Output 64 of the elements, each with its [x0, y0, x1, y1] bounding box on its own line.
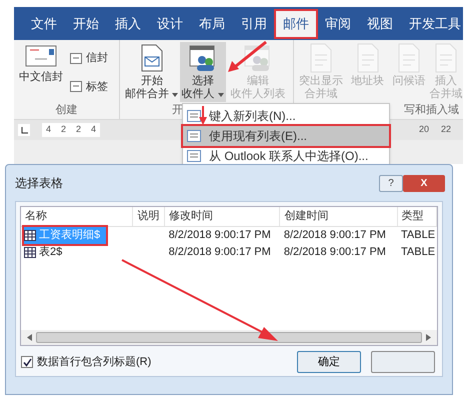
ruler-number: 4 [91, 123, 96, 136]
table-cell-text: 8/2/2018 9:00:17 PM [168, 245, 271, 260]
ruler-number: 2 [61, 123, 66, 136]
annotation-arrow [199, 106, 207, 125]
ribbon-tab[interactable]: 设计 [150, 11, 190, 37]
document-icon [354, 43, 380, 73]
ruler-number: 20 [418, 123, 429, 136]
document-icon [308, 43, 334, 73]
document-icon [433, 43, 459, 73]
ribbon-tab[interactable]: 邮件 [276, 11, 316, 37]
table-icon [24, 230, 36, 241]
close-button[interactable]: X [403, 174, 445, 192]
list-icon [187, 110, 201, 122]
menu-item[interactable]: 使用现有列表(E)... [183, 126, 389, 146]
ribbon-tab[interactable]: 布局 [192, 11, 232, 37]
ribbon-tab[interactable]: 文件 [24, 11, 64, 37]
ruler-number: 22 [440, 123, 451, 136]
column-header[interactable]: 类型 [398, 207, 437, 226]
ribbon-button[interactable]: 选择 收件人 [180, 42, 226, 102]
table-icon [24, 247, 36, 258]
table-cell-text: TABLE [401, 245, 436, 260]
table-cell-text: 8/2/2018 9:00:17 PM [284, 228, 386, 244]
ribbon-button[interactable]: 标签 [66, 76, 112, 97]
annotation-arrow [228, 40, 267, 72]
ribbon-button[interactable]: 开始 邮件合并 [124, 42, 180, 102]
ribbon-button[interactable]: 信封 [66, 48, 112, 68]
group-label: 创建 [56, 103, 78, 118]
help-button[interactable]: ? [379, 174, 403, 192]
menu-item[interactable]: 键入新列表(N)... [183, 106, 389, 126]
ribbon-button[interactable]: 中文信封 [16, 42, 66, 102]
caret-icon [216, 92, 224, 98]
tab-stop-icon [18, 124, 30, 136]
ribbon-tab[interactable]: 视图 [360, 11, 400, 37]
group-label: 开 [172, 103, 183, 118]
ok-button[interactable]: 确定 [297, 351, 361, 373]
column-header[interactable]: 说明 [133, 207, 165, 226]
table-cell-text: 8/2/2018 9:00:17 PM [168, 228, 271, 244]
caret-icon [171, 92, 179, 98]
ribbon-tab[interactable]: 开发工具 [402, 11, 468, 37]
column-header[interactable]: 创建时间 [280, 207, 398, 226]
ruler-number: 4 [46, 123, 52, 136]
list-icon [187, 150, 201, 162]
horizontal-scrollbar[interactable] [21, 330, 437, 345]
ruler-number: 2 [76, 123, 82, 136]
document-icon [396, 43, 422, 73]
label-icon [70, 52, 82, 64]
list-icon [187, 130, 201, 142]
envelope-icon [25, 43, 57, 69]
ribbon-tab[interactable]: 审阅 [318, 11, 358, 37]
ribbon-tab[interactable]: 引用 [234, 11, 274, 37]
table-cell-text: TABLE [401, 228, 436, 244]
scroll-left-icon[interactable] [27, 334, 32, 341]
ribbon-tab[interactable]: 插入 [108, 11, 148, 37]
table-row-name[interactable]: 表2$ [24, 244, 68, 261]
scroll-right-icon[interactable] [426, 334, 431, 341]
ribbon-tab[interactable]: 开始 [66, 11, 106, 37]
label-icon [70, 81, 82, 92]
column-header[interactable]: 修改时间 [164, 207, 280, 226]
table-cell-text: 8/2/2018 9:00:17 PM [284, 245, 386, 260]
check-icon [22, 358, 32, 366]
dialog-button[interactable] [371, 351, 435, 373]
header-checkbox[interactable]: 数据首行包含列标题(R) [21, 354, 152, 370]
dialog-title: 选择表格 [15, 175, 63, 192]
group-label: 写和插入域 [404, 103, 459, 118]
